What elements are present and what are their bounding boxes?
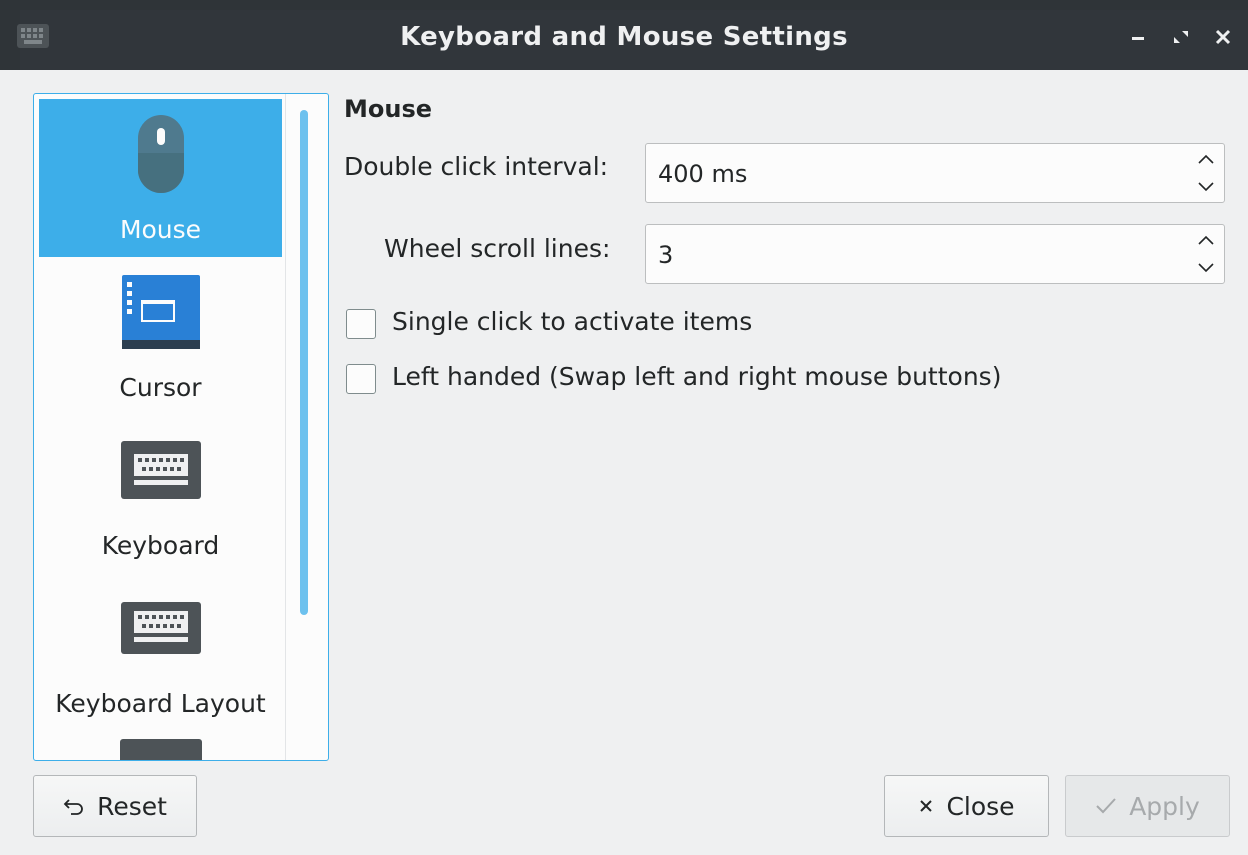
keyboard-icon <box>120 441 201 499</box>
sidebar-item-partial[interactable] <box>39 731 282 760</box>
left-handed-label: Left handed (Swap left and right mouse b… <box>392 362 1002 391</box>
apply-button[interactable]: Apply <box>1065 775 1230 837</box>
mouse-icon <box>137 115 184 193</box>
close-x-icon <box>918 798 934 814</box>
cursor-icon-wrap <box>39 267 282 357</box>
partial-item-icon <box>120 739 202 760</box>
spin-arrows-icon[interactable] <box>1194 231 1218 277</box>
keyboard-icon-wrap <box>39 425 282 515</box>
minimize-icon[interactable] <box>1128 26 1150 48</box>
reset-label: Reset <box>97 791 167 821</box>
sidebar-item-keyboard[interactable]: Keyboard <box>39 415 282 573</box>
scrollbar-thumb[interactable] <box>300 110 308 615</box>
section-title: Mouse <box>344 95 433 123</box>
close-button[interactable]: Close <box>884 775 1049 837</box>
sidebar-item-label: Keyboard Layout <box>55 689 266 718</box>
single-click-label: Single click to activate items <box>392 307 753 336</box>
category-list: Mouse Cursor Keyboard Keyboard Layout <box>39 99 282 760</box>
sidebar-item-keyboard-layout[interactable]: Keyboard Layout <box>39 573 282 731</box>
sidebar-item-label: Mouse <box>119 215 202 244</box>
close-icon[interactable] <box>1212 26 1234 48</box>
cursor-theme-icon <box>121 275 200 349</box>
sidebar-item-label: Keyboard <box>101 531 220 560</box>
left-handed-checkbox[interactable] <box>346 364 376 394</box>
mouse-icon-wrap <box>39 109 282 199</box>
sidebar-item-mouse[interactable]: Mouse <box>39 99 282 257</box>
sidebar-item-label: Cursor <box>119 373 202 402</box>
single-click-checkbox[interactable] <box>346 309 376 339</box>
sidebar-item-cursor[interactable]: Cursor <box>39 257 282 415</box>
maximize-icon[interactable] <box>1170 26 1192 48</box>
apply-label: Apply <box>1129 791 1200 821</box>
list-separator <box>285 94 286 760</box>
wheel-scroll-spinbox[interactable]: 3 <box>645 224 1225 284</box>
double-click-value: 400 ms <box>658 160 748 188</box>
wheel-scroll-label: Wheel scroll lines: <box>384 234 611 263</box>
keyboard-layout-icon <box>120 602 201 654</box>
keyboard-layout-icon-wrap <box>39 583 282 673</box>
undo-icon <box>63 796 85 816</box>
close-label: Close <box>946 791 1015 821</box>
wheel-scroll-value: 3 <box>658 241 674 269</box>
settings-category-list[interactable]: Mouse Cursor Keyboard Keyboard Layout <box>33 93 329 761</box>
double-click-spinbox[interactable]: 400 ms <box>645 143 1225 203</box>
window-title: Keyboard and Mouse Settings <box>400 22 848 52</box>
reset-button[interactable]: Reset <box>33 775 197 837</box>
checkmark-icon <box>1095 797 1117 815</box>
double-click-label: Double click interval: <box>344 152 609 181</box>
spin-arrows-icon[interactable] <box>1194 150 1218 196</box>
